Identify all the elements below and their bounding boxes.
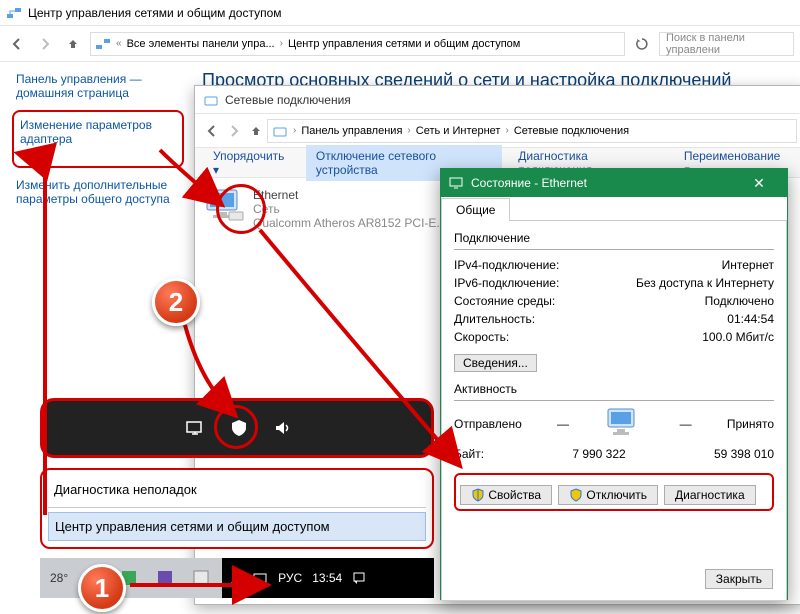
group-connection-title: Подключение <box>454 231 774 250</box>
recv-label: Принято <box>727 417 774 431</box>
tray-context-menu: Диагностика неполадок Центр управления с… <box>40 468 434 549</box>
lbl-ipv6: IPv6-подключение: <box>454 276 559 290</box>
weather-widget[interactable]: 28° <box>50 571 68 585</box>
change-adapter-settings-link[interactable]: Изменение параметровадаптера <box>20 118 176 146</box>
dialog-titlebar: Состояние - Ethernet ✕ <box>441 169 787 197</box>
connection-name: Ethernet <box>253 188 446 202</box>
crumb-root[interactable]: Все элементы панели упра... <box>127 38 275 50</box>
monitor-icon <box>449 176 463 190</box>
inner-forward-button[interactable] <box>223 120 245 142</box>
lbl-media: Состояние среды: <box>454 294 555 308</box>
properties-button[interactable]: Свойства <box>460 485 552 505</box>
diagnose-button[interactable]: Диагностика <box>664 485 756 505</box>
advanced-sharing-link[interactable]: Изменить дополнительныепараметры общего … <box>16 178 180 206</box>
network-icon <box>203 92 219 108</box>
control-panel-home-link[interactable]: Панель управления —домашняя страница <box>16 72 180 100</box>
taskbar-app-3-icon[interactable] <box>154 567 176 589</box>
tab-general[interactable]: Общие <box>441 198 510 221</box>
language-indicator[interactable]: РУС <box>278 571 302 585</box>
highlight-network-tray-icon <box>214 405 258 449</box>
network-tray-icon[interactable] <box>183 416 207 440</box>
toolbar: « Все элементы панели упра... › Центр уп… <box>0 26 800 62</box>
ethernet-status-dialog: Состояние - Ethernet ✕ Общие Подключение… <box>440 168 788 600</box>
dialog-title-text: Состояние - Ethernet <box>471 176 587 190</box>
titlebar: Центр управления сетями и общим доступом <box>0 0 800 26</box>
connection-network: Сеть <box>253 202 446 216</box>
sent-label: Отправлено <box>454 417 522 431</box>
search-placeholder: Поиск в панели управлени <box>666 32 787 56</box>
shield-icon <box>471 488 485 502</box>
activity-icon <box>604 407 644 441</box>
forward-button[interactable] <box>34 33 56 55</box>
menu-troubleshoot[interactable]: Диагностика неполадок <box>48 476 426 503</box>
val-ipv6: Без доступа к Интернету <box>636 276 774 290</box>
notifications-icon[interactable] <box>352 571 366 585</box>
highlight-adapter-settings: Изменение параметровадаптера <box>12 110 184 168</box>
organize-button[interactable]: Упорядочить ▾ <box>203 145 300 181</box>
inner-title-text: Сетевые подключения <box>225 93 351 107</box>
breadcrumb[interactable]: « Все элементы панели упра... › Центр уп… <box>90 32 625 56</box>
inner-titlebar: Сетевые подключения <box>195 86 800 114</box>
refresh-button[interactable] <box>631 33 653 55</box>
highlight-action-buttons: Свойства Отключить Диагностика <box>454 473 774 511</box>
val-duration: 01:44:54 <box>727 312 774 326</box>
crumb3[interactable]: Сетевые подключения <box>514 125 629 137</box>
menu-network-center[interactable]: Центр управления сетями и общим доступом <box>48 512 426 541</box>
up-button[interactable] <box>62 33 84 55</box>
inner-up-button[interactable] <box>245 120 267 142</box>
val-speed: 100.0 Мбит/с <box>702 330 774 344</box>
val-ipv4: Интернет <box>722 258 774 272</box>
search-input[interactable]: Поиск в панели управлени <box>659 32 794 56</box>
taskbar-app-4-icon[interactable] <box>190 567 212 589</box>
crumb-leaf[interactable]: Центр управления сетями и общим доступом <box>288 38 520 50</box>
clock[interactable]: 13:54 <box>312 571 342 585</box>
chevron-up-icon[interactable]: ︿ <box>230 570 242 587</box>
volume-tray-icon[interactable] <box>271 416 295 440</box>
lbl-speed: Скорость: <box>454 330 509 344</box>
lbl-duration: Длительность: <box>454 312 535 326</box>
network-icon <box>272 123 288 139</box>
shield-icon <box>569 488 583 502</box>
back-button[interactable] <box>6 33 28 55</box>
details-button[interactable]: Сведения... <box>454 354 537 372</box>
step-badge-1: 1 <box>78 564 126 612</box>
val-media: Подключено <box>705 294 774 308</box>
inner-back-button[interactable] <box>201 120 223 142</box>
bytes-label: Байт: <box>454 447 484 461</box>
crumb2[interactable]: Сеть и Интернет <box>416 125 501 137</box>
network-center-icon <box>95 36 111 52</box>
inner-breadcrumb[interactable]: › Панель управления › Сеть и Интернет › … <box>267 119 797 143</box>
network-center-icon <box>6 5 22 21</box>
close-button[interactable]: Закрыть <box>705 569 773 589</box>
group-activity-title: Активность <box>454 382 774 401</box>
lbl-ipv4: IPv4-подключение: <box>454 258 559 272</box>
window-title: Центр управления сетями и общим доступом <box>28 6 282 20</box>
step-badge-2: 2 <box>152 278 200 326</box>
bytes-recv: 59 398 010 <box>714 447 774 461</box>
crumb1[interactable]: Панель управления <box>301 125 402 137</box>
bytes-sent: 7 990 322 <box>484 447 714 461</box>
disable-button[interactable]: Отключить <box>558 485 658 505</box>
highlight-ethernet-icon <box>216 184 266 234</box>
close-icon[interactable]: ✕ <box>739 175 779 192</box>
connection-device: Qualcomm Atheros AR8152 PCI-E... <box>253 216 446 230</box>
network-taskbar-icon[interactable] <box>252 570 268 586</box>
